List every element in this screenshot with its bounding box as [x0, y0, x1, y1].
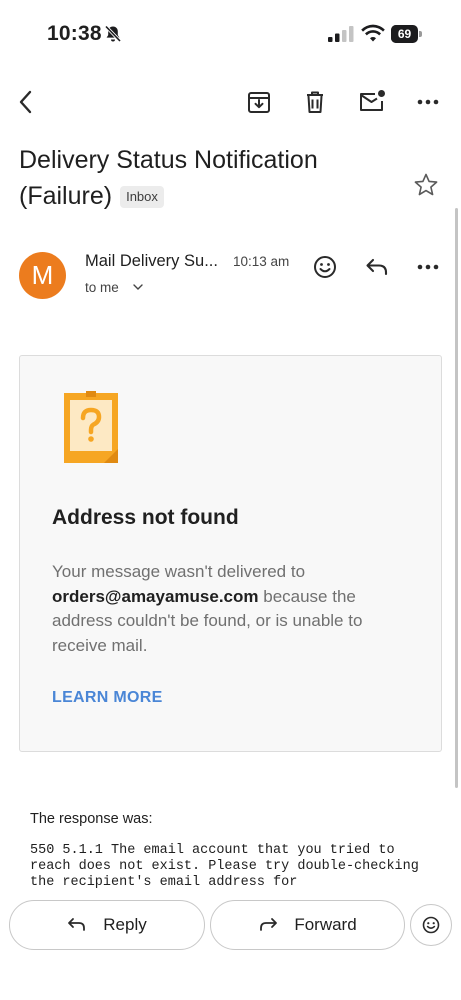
- forward-icon: [260, 918, 278, 931]
- wifi-icon: [361, 24, 385, 42]
- card-message-start: Your message wasn't delivered to: [52, 562, 306, 581]
- email-toolbar: [0, 80, 461, 124]
- add-reaction-icon: [422, 916, 440, 934]
- trash-icon: [307, 91, 323, 113]
- reply-button[interactable]: Reply: [9, 900, 205, 950]
- reply-icon: [68, 918, 86, 931]
- more-options-button[interactable]: [414, 88, 442, 116]
- forward-button[interactable]: Forward: [210, 900, 405, 950]
- bounce-notice-card: Address not found Your message wasn't de…: [19, 355, 442, 752]
- inbox-label-chip[interactable]: Inbox: [120, 186, 164, 208]
- battery-icon: 69: [391, 25, 422, 43]
- response-label: The response was:: [30, 811, 153, 827]
- back-button[interactable]: [12, 88, 40, 116]
- recipient-details[interactable]: to me: [85, 280, 143, 295]
- recipient-text: to me: [85, 280, 119, 295]
- email-subject: Delivery Status Notification (Failure) In…: [19, 142, 399, 214]
- archive-button[interactable]: [245, 88, 273, 116]
- email-time: 10:13 am: [233, 254, 290, 269]
- delete-button[interactable]: [301, 88, 329, 116]
- card-message: Your message wasn't delivered to orders@…: [52, 560, 412, 658]
- learn-more-link[interactable]: LEARN MORE: [52, 689, 163, 707]
- more-icon[interactable]: [415, 254, 441, 280]
- reply-label: Reply: [103, 915, 147, 934]
- battery-level: 69: [397, 27, 412, 41]
- undelivered-address: orders@amayamuse.com: [52, 586, 259, 606]
- bell-slash-icon: [104, 25, 122, 43]
- signal-icon: [328, 26, 354, 42]
- sender-header: M Mail Delivery Su... 10:13 am to me: [0, 248, 461, 304]
- star-icon[interactable]: [413, 172, 439, 198]
- card-title: Address not found: [52, 506, 239, 529]
- forward-label: Forward: [294, 915, 357, 934]
- status-time: 10:38: [47, 22, 102, 45]
- more-icon: [417, 99, 439, 105]
- response-text: 550 5.1.1 The email account that you tri…: [30, 843, 427, 889]
- chevron-down-icon: [132, 284, 143, 290]
- bottom-action-bar: Reply Forward: [0, 889, 461, 1000]
- reply-icon[interactable]: [364, 254, 390, 280]
- sender-name[interactable]: Mail Delivery Su...: [85, 252, 218, 271]
- react-button[interactable]: [410, 904, 452, 946]
- mark-unread-icon: [360, 90, 385, 111]
- subject-text: Delivery Status Notification (Failure): [19, 146, 318, 210]
- add-reaction-icon[interactable]: [312, 254, 338, 280]
- question-document-icon: [64, 391, 118, 463]
- status-bar: 10:38 69: [0, 0, 461, 66]
- mark-unread-button[interactable]: [358, 88, 386, 116]
- back-arrow-icon: [19, 90, 32, 114]
- archive-icon: [248, 92, 270, 113]
- sender-avatar[interactable]: M: [19, 252, 66, 299]
